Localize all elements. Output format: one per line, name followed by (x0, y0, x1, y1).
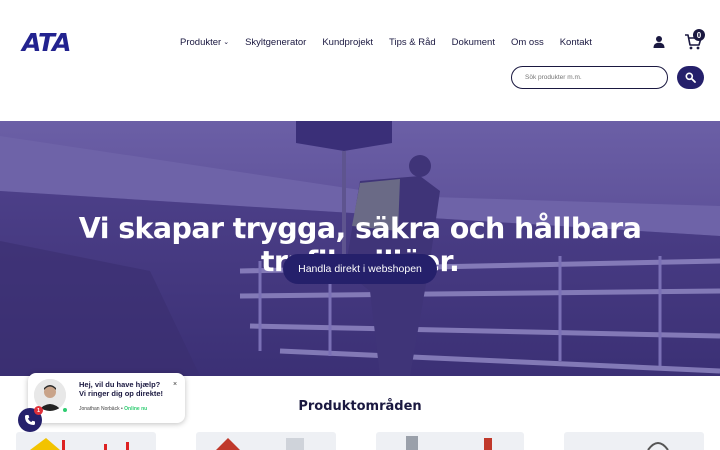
site-header: ATA Produkter ⌄ Skyltgenerator Kundproje… (0, 0, 720, 121)
product-image (216, 438, 304, 450)
user-icon[interactable] (652, 35, 666, 49)
nav-item-om-oss[interactable]: Om oss (511, 35, 544, 49)
product-image (647, 442, 669, 450)
nav-item-skyltgenerator[interactable]: Skyltgenerator (245, 35, 306, 49)
ata-logo[interactable]: ATA (22, 28, 71, 57)
chat-popup[interactable]: Hej, vil du have hjælp? Vi ringer dig op… (28, 373, 185, 423)
online-status-dot (62, 407, 68, 413)
search-input[interactable] (511, 66, 668, 89)
product-image (406, 436, 492, 450)
product-area-card[interactable] (16, 432, 156, 450)
product-area-card[interactable] (196, 432, 336, 450)
product-image (30, 438, 129, 450)
nav-item-kundprojekt[interactable]: Kundprojekt (322, 35, 373, 49)
search-button[interactable] (677, 66, 704, 89)
nav-item-tips-rad[interactable]: Tips & Råd (389, 35, 436, 49)
nav-item-kontakt[interactable]: Kontakt (560, 35, 592, 49)
search-icon (685, 72, 696, 83)
chat-agent-line: Jonathan Norbäck • Online nu (79, 406, 148, 412)
phone-icon (25, 415, 35, 425)
nav-item-produkter[interactable]: Produkter ⌄ (180, 35, 229, 49)
agent-status: Online nu (124, 406, 148, 412)
chevron-down-icon: ⌄ (223, 39, 230, 46)
close-icon[interactable]: × (173, 381, 177, 388)
product-area-card[interactable] (376, 432, 524, 450)
hero-banner: Vi skapar trygga, säkra och hållbara tra… (0, 121, 720, 376)
cart-count-badge: 0 (693, 29, 705, 41)
main-nav: Produkter ⌄ Skyltgenerator Kundprojekt T… (180, 35, 592, 49)
shop-cta-button[interactable]: Handla direkt i webshopen (283, 254, 437, 284)
nav-item-label: Produkter (180, 36, 222, 48)
agent-name: Jonathan Norbäck (79, 406, 120, 412)
chat-message: Hej, vil du have hjælp? Vi ringer dig op… (79, 380, 164, 398)
notification-badge: 1 (34, 406, 43, 415)
nav-item-dokument[interactable]: Dokument (452, 35, 495, 49)
product-area-card[interactable] (564, 432, 704, 450)
